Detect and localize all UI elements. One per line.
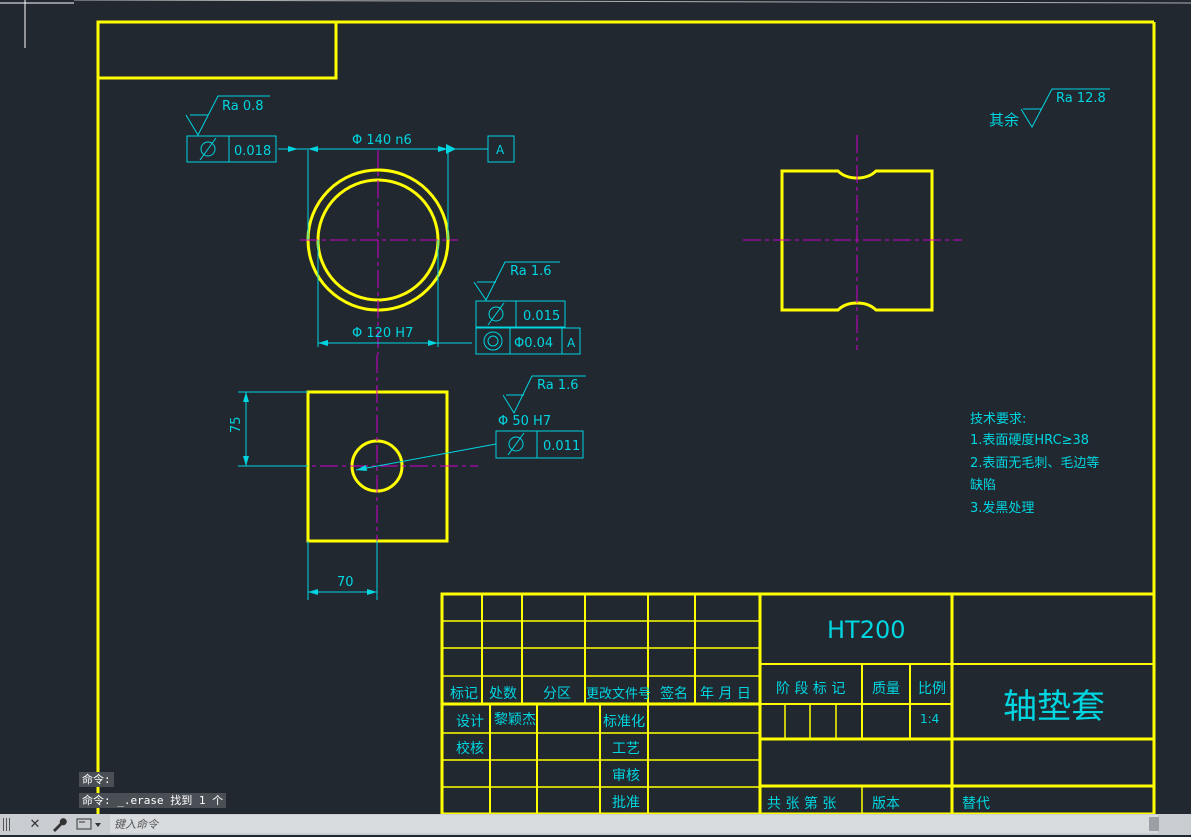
row-approve: 批准 <box>612 795 640 811</box>
stage-mark: 阶 段 标 记 <box>776 681 845 697</box>
tolerance-flat-value: 0.015 <box>523 309 560 324</box>
header-date: 年 月 日 <box>700 686 751 702</box>
dim-height: 75 <box>229 416 244 433</box>
bottom-view: 75 70 Ra 1.6 Φ 50 H7 0.011 <box>229 355 586 600</box>
roughness-rest-label: 其余 <box>989 111 1019 129</box>
row-standard: 标准化 <box>603 714 645 730</box>
part-name: 轴垫套 <box>1003 687 1105 727</box>
tech-line: 1.表面硬度HRC≥38 <box>970 432 1089 448</box>
header-zone: 分区 <box>543 686 571 702</box>
datum-label: A <box>496 143 505 157</box>
designer-name: 黎颖杰 <box>494 712 536 728</box>
roughness-bottom-value: Ra 1.6 <box>537 378 579 393</box>
dim-outer-diameter: Φ 140 n6 <box>352 133 412 148</box>
tolerance-top-value: 0.018 <box>234 144 271 159</box>
row-review: 审核 <box>612 768 640 784</box>
title-block: HT200 轴垫套 标记 处数 分区 更改文件号 签名 年 月 日 设计 黎颖杰… <box>440 592 1156 814</box>
header-mark: 标记 <box>450 686 478 702</box>
command-scroll-handle[interactable] <box>1149 817 1159 831</box>
command-line-bar: ✕ <box>0 814 1191 835</box>
scale-label: 比例 <box>918 681 946 697</box>
tech-requirements: 技术要求: 1.表面硬度HRC≥38 2.表面无毛刺、毛边等 缺陷 3.发黑处理 <box>970 412 1099 516</box>
command-history-line: 命令: _.erase 找到 1 个 <box>79 793 227 808</box>
dim-hole: Φ 50 H7 <box>498 414 551 429</box>
row-design: 设计 <box>456 714 484 730</box>
tolerance-bottom-value: 0.011 <box>543 439 580 454</box>
row-process: 工艺 <box>612 741 640 757</box>
cylindricity-icon <box>507 432 525 456</box>
crosshair-cursor <box>0 0 1191 48</box>
tolerance-coax-value: Φ0.04 <box>514 336 553 351</box>
dim-width: 70 <box>337 575 354 590</box>
replace-label: 替代 <box>962 796 990 812</box>
command-prompt-icon[interactable] <box>76 816 104 833</box>
sheets-label: 共 张 第 张 <box>767 795 836 812</box>
roughness-mid-value: Ra 1.6 <box>510 264 552 279</box>
tech-line: 3.发黑处理 <box>970 500 1034 516</box>
close-icon[interactable]: ✕ <box>26 816 44 833</box>
side-view: 其余 Ra 12.8 <box>743 88 1110 350</box>
front-view: Φ 140 n6 Φ 120 H7 A Ra 0.8 0.018 Ra 1.6 <box>185 95 581 355</box>
roughness-top-value: Ra 0.8 <box>222 99 264 114</box>
material: HT200 <box>827 616 906 644</box>
drag-handle-icon[interactable] <box>3 818 11 831</box>
command-history-line: 命令: <box>79 772 114 787</box>
version-label: 版本 <box>872 796 900 812</box>
row-check: 校核 <box>456 740 484 757</box>
cylindricity-icon <box>199 137 217 161</box>
header-docno: 更改文件号 <box>586 687 651 702</box>
header-count: 处数 <box>489 686 517 702</box>
dim-inner-diameter: Φ 120 H7 <box>352 326 413 341</box>
tech-line: 2.表面无毛刺、毛边等 <box>970 455 1099 471</box>
tech-title: 技术要求: <box>970 412 1026 427</box>
wrench-icon[interactable] <box>50 816 68 833</box>
cylindricity-icon <box>487 302 505 326</box>
tech-line: 缺陷 <box>970 478 996 493</box>
roughness-rest-value: Ra 12.8 <box>1056 91 1106 106</box>
weight-label: 质量 <box>872 681 900 697</box>
coaxiality-icon <box>483 331 503 351</box>
drawing-canvas[interactable]: Φ 140 n6 Φ 120 H7 A Ra 0.8 0.018 Ra 1.6 <box>0 0 1191 814</box>
command-input[interactable] <box>110 815 1158 833</box>
header-sign: 签名 <box>660 685 688 702</box>
tolerance-coax-datum: A <box>567 336 576 350</box>
scale-value: 1:4 <box>920 712 939 726</box>
